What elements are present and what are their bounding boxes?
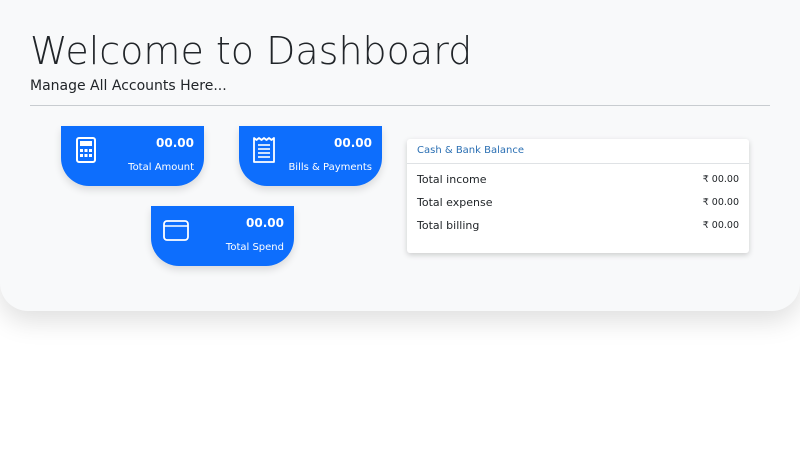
cash-bank-balance-panel: Cash & Bank Balance Total income ₹ 00.00… (407, 139, 749, 253)
balance-row-label: Total income (417, 173, 487, 186)
card-label: Total Spend (225, 242, 284, 253)
dashboard-header-panel: Welcome to Dashboard Manage All Accounts… (0, 0, 800, 311)
balance-row: Total expense ₹ 00.00 (417, 195, 739, 211)
balance-row-value: ₹ 00.00 (702, 197, 739, 208)
balance-row-label: Total expense (417, 196, 493, 209)
card-amount: 00.00 (246, 216, 284, 230)
balance-row-value: ₹ 00.00 (702, 174, 739, 185)
bills-payments-card[interactable]: 00.00 Bills & Payments (239, 126, 382, 186)
balance-row: Total income ₹ 00.00 (417, 172, 739, 188)
page-subtitle: Manage All Accounts Here... (30, 78, 227, 94)
balance-row: Total billing ₹ 00.00 (417, 218, 739, 234)
balance-row-label: Total billing (417, 219, 480, 232)
card-label: Bills & Payments (288, 162, 372, 173)
total-amount-card[interactable]: 00.00 Total Amount (61, 126, 204, 186)
wallet-icon (163, 220, 189, 241)
card-amount: 00.00 (334, 136, 372, 150)
total-spend-card[interactable]: 00.00 Total Spend (151, 206, 294, 266)
receipt-icon (253, 137, 275, 163)
divider (30, 105, 770, 106)
balance-panel-title: Cash & Bank Balance (407, 139, 749, 164)
balance-row-value: ₹ 00.00 (702, 220, 739, 231)
card-label: Total Amount (128, 162, 194, 173)
calculator-icon (76, 137, 96, 163)
page-title: Welcome to Dashboard (30, 29, 473, 73)
card-amount: 00.00 (156, 136, 194, 150)
